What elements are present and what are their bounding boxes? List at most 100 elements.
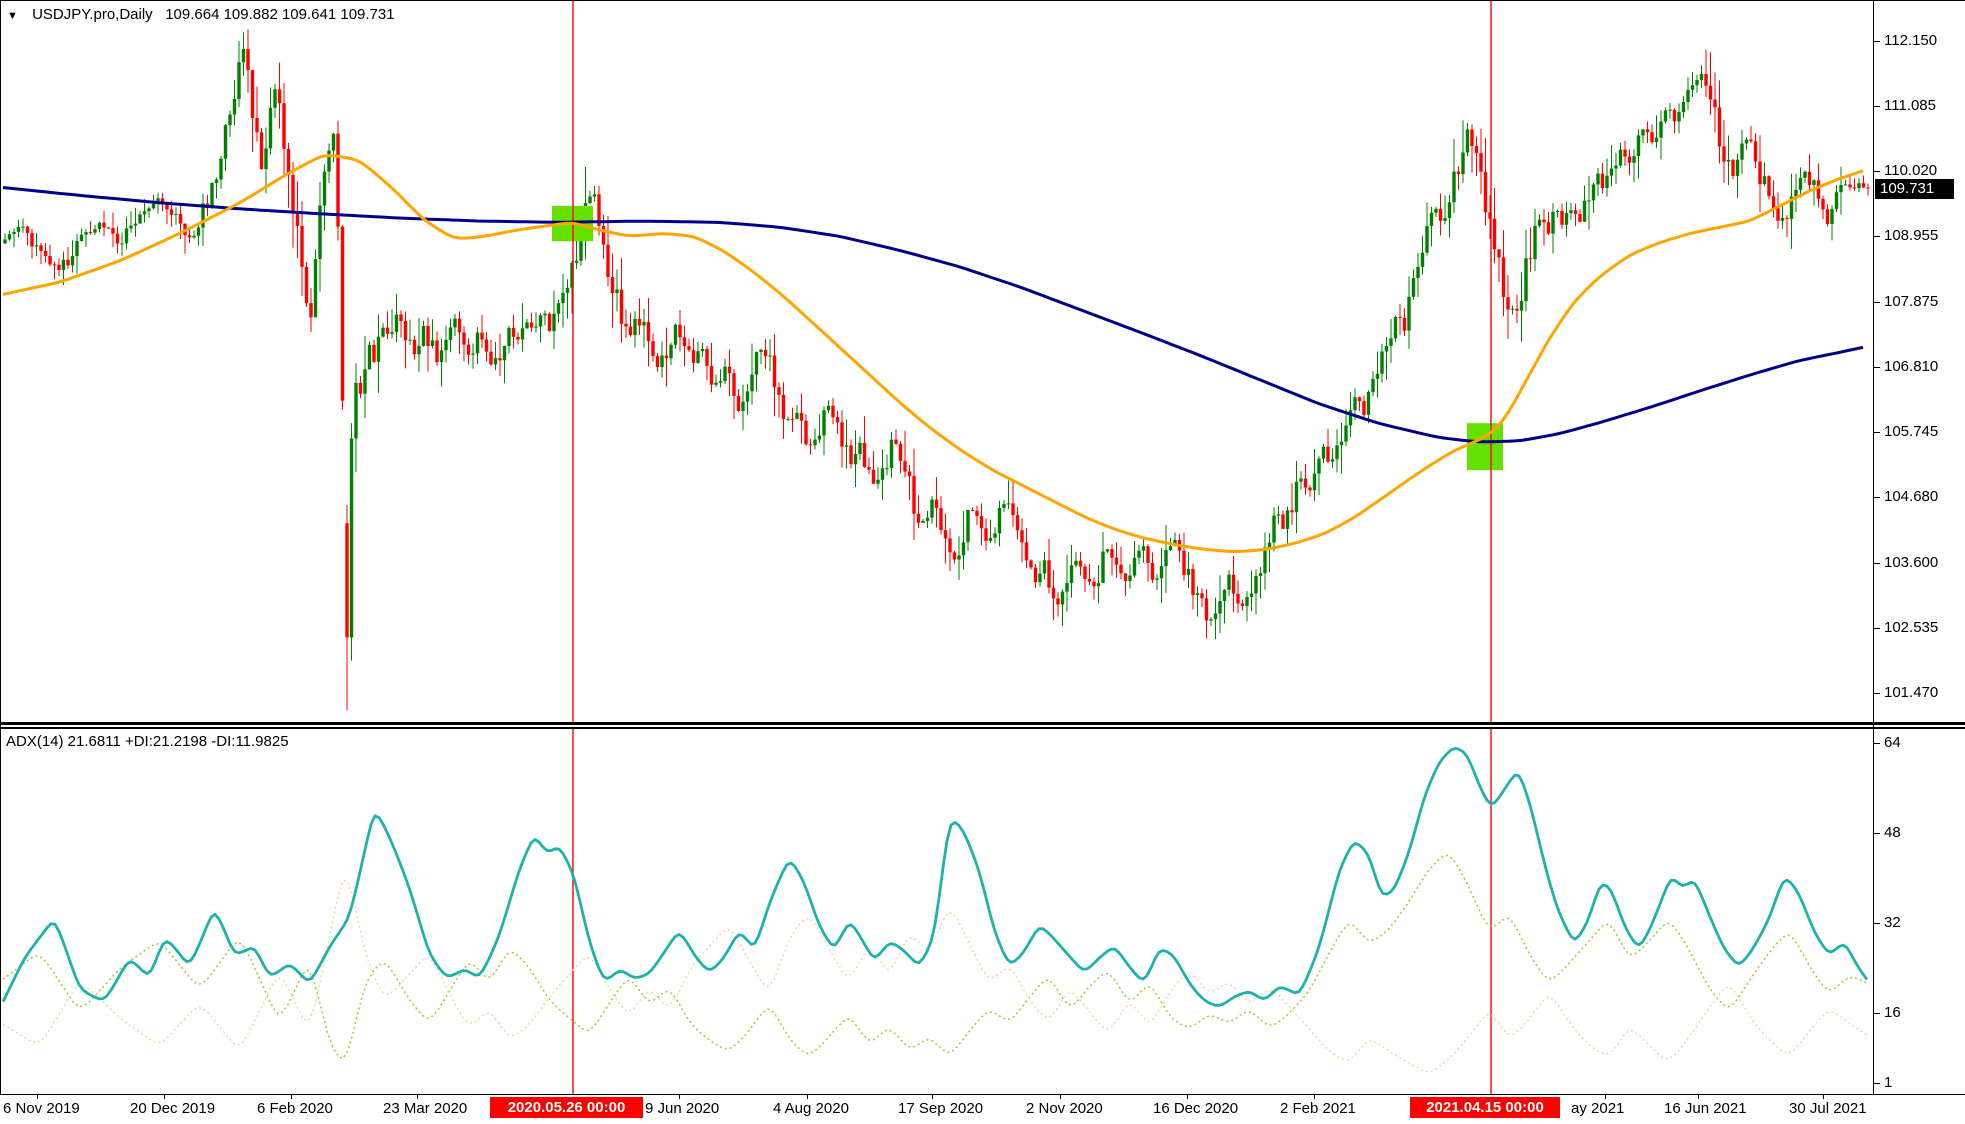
- ma-cross-signal-box[interactable]: [1467, 423, 1503, 470]
- candle-body: [768, 356, 771, 357]
- candle-body: [1196, 593, 1199, 595]
- price-axis-tick: [1874, 497, 1880, 498]
- candle-body: [777, 387, 780, 395]
- candle-body: [566, 288, 569, 293]
- candle-body: [1205, 598, 1208, 620]
- candle-body: [1524, 258, 1527, 301]
- candle-body: [251, 70, 254, 118]
- candle-body: [80, 235, 83, 241]
- candle-body: [665, 356, 668, 359]
- ohlc-values: 109.664 109.882 109.641 109.731: [165, 6, 394, 23]
- candle-body: [1452, 172, 1455, 203]
- adx-axis-tick: [1874, 1013, 1880, 1014]
- date-axis-label: 16 Jun 2021: [1664, 1100, 1747, 1117]
- candle-body: [1623, 150, 1626, 157]
- candle-body: [1619, 150, 1622, 166]
- candle-body: [953, 552, 956, 559]
- candle-body: [615, 290, 618, 294]
- date-axis-label: 16 Dec 2020: [1153, 1100, 1238, 1117]
- candle-body: [1493, 219, 1496, 250]
- candle-body: [1335, 445, 1338, 459]
- candle-body: [741, 402, 744, 411]
- candle-body: [1664, 110, 1667, 121]
- candle-body: [1061, 592, 1064, 605]
- candle-body: [1092, 582, 1095, 587]
- candle-body: [224, 125, 227, 159]
- candle-body: [125, 228, 128, 243]
- candle-body: [1425, 226, 1428, 253]
- candle-body: [1407, 297, 1410, 331]
- current-price-badge: 109.731: [1875, 179, 1954, 199]
- candle-body: [552, 314, 555, 331]
- candle-body: [944, 530, 947, 538]
- candle-body: [642, 322, 645, 325]
- candle-body: [1115, 558, 1118, 565]
- candle-body: [822, 410, 825, 435]
- candle-body: [539, 315, 542, 326]
- price-axis-label: 102.535: [1884, 619, 1938, 636]
- candle-body: [867, 467, 870, 470]
- candle-body: [1430, 213, 1433, 226]
- candle-body: [687, 346, 690, 350]
- candle-body: [638, 319, 641, 326]
- candle-body: [431, 340, 434, 346]
- panel-divider[interactable]: [0, 722, 1965, 725]
- candle-body: [1637, 135, 1640, 156]
- candle-body: [494, 358, 497, 364]
- candle-body: [179, 214, 182, 224]
- adx-axis-label: 32: [1884, 914, 1901, 931]
- candle-body: [1439, 209, 1442, 221]
- slow-ma-line[interactable]: [3, 188, 1863, 442]
- candle-body: [1529, 258, 1532, 259]
- candle-body: [453, 319, 456, 328]
- candle-body: [1632, 156, 1635, 163]
- price-panel-chart[interactable]: [0, 0, 1874, 727]
- adx-indicator-panel-chart[interactable]: [0, 728, 1874, 1094]
- date-axis-tick: [932, 1095, 933, 1099]
- candle-body: [3, 239, 6, 243]
- candle-body: [17, 227, 20, 232]
- candle-body: [480, 333, 483, 340]
- adx-axis-tick: [1874, 923, 1880, 924]
- candle-body: [1614, 166, 1617, 169]
- candle-body: [1830, 209, 1833, 224]
- candle-body: [1169, 546, 1172, 550]
- candle-body: [849, 445, 852, 464]
- candle-body: [1259, 573, 1262, 576]
- candle-body: [1155, 578, 1158, 579]
- candle-body: [1002, 504, 1005, 508]
- candle-body: [660, 356, 663, 367]
- candle-body: [948, 538, 951, 552]
- candle-body: [876, 480, 879, 484]
- candle-body: [1133, 558, 1136, 576]
- date-axis-tick: [291, 1095, 292, 1099]
- candle-body: [962, 542, 965, 555]
- candle-body: [1313, 474, 1316, 491]
- candle-body: [1731, 160, 1734, 176]
- candle-body: [12, 232, 15, 234]
- plus-di-line[interactable]: [3, 855, 1868, 1058]
- candle-body: [39, 245, 42, 251]
- candle-body: [935, 500, 938, 509]
- candle-body: [890, 440, 893, 468]
- adx-axis-label: 1: [1884, 1074, 1892, 1091]
- candle-body: [1799, 178, 1802, 190]
- candle-body: [701, 349, 704, 351]
- symbol-dropdown-icon[interactable]: ▼: [7, 10, 18, 22]
- price-axis-tick: [1874, 171, 1880, 172]
- minus-di-line[interactable]: [3, 881, 1868, 1072]
- candle-body: [1659, 121, 1662, 137]
- candle-body: [791, 419, 794, 420]
- candle-body: [228, 115, 231, 126]
- candle-body: [57, 265, 60, 270]
- candle-body: [21, 227, 24, 228]
- candle-body: [971, 510, 974, 511]
- candle-body: [1655, 138, 1658, 142]
- candle-body: [1164, 550, 1167, 566]
- candle-body: [633, 319, 636, 335]
- candle-body: [386, 328, 389, 334]
- adx-main-line[interactable]: [3, 748, 1867, 1005]
- candle-body: [1745, 140, 1748, 144]
- candle-body: [314, 259, 317, 317]
- candle-body: [1065, 583, 1068, 592]
